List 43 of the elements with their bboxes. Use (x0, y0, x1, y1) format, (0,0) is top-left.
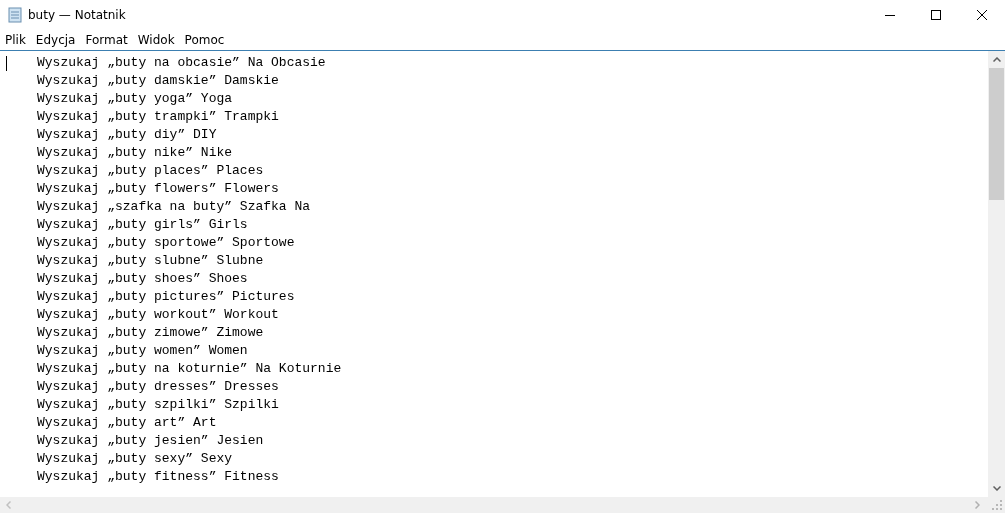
menu-item[interactable]: Format (80, 33, 133, 47)
text-line: Wyszukaj „buty trampki” Trampki (37, 108, 280, 126)
text-line: Wyszukaj „buty na koturnie” Na Koturnie (37, 360, 343, 378)
menu-item[interactable]: Widok (132, 33, 180, 47)
text-line: Wyszukaj „buty women” Women (37, 342, 249, 360)
vertical-scrollbar[interactable] (988, 51, 1005, 497)
text-line: Wyszukaj „buty na obcasie” Na Obcasie (37, 54, 327, 72)
text-line: Wyszukaj „buty damskie” Damskie (37, 72, 280, 90)
text-line: Wyszukaj „buty yoga” Yoga (37, 90, 234, 108)
text-cursor (6, 56, 7, 71)
text-line: Wyszukaj „buty art” Art (37, 414, 218, 432)
text-line: Wyszukaj „buty fitness” Fitness (37, 468, 280, 486)
text-line: Wyszukaj „buty diy” DIY (37, 126, 218, 144)
maximize-icon (931, 10, 941, 20)
resize-grip-icon[interactable] (992, 500, 1002, 510)
text-line: Wyszukaj „buty flowers” Flowers (37, 180, 280, 198)
text-line: Wyszukaj „buty sportowe” Sportowe (37, 234, 296, 252)
text-line: Wyszukaj „buty girls” Girls (37, 216, 249, 234)
scroll-right-icon[interactable] (975, 501, 980, 509)
text-line: Wyszukaj „buty slubne” Slubne (37, 252, 265, 270)
text-line: Wyszukaj „buty sexy” Sexy (37, 450, 234, 468)
text-line: Wyszukaj „buty jesien” Jesien (37, 432, 265, 450)
scroll-down-icon[interactable] (992, 486, 1001, 491)
text-line: Wyszukaj „buty nike” Nike (37, 144, 234, 162)
text-line: Wyszukaj „buty szpilki” Szpilki (37, 396, 280, 414)
text-line: Wyszukaj „szafka na buty” Szafka Na (37, 198, 312, 216)
close-icon (977, 10, 987, 20)
text-line: Wyszukaj „buty shoes” Shoes (37, 270, 249, 288)
scroll-up-icon[interactable] (992, 57, 1001, 62)
minimize-icon (885, 14, 895, 16)
menu-item[interactable]: Plik (0, 33, 31, 47)
text-line: Wyszukaj „buty places” Places (37, 162, 265, 180)
scroll-left-icon[interactable] (6, 501, 11, 509)
scrollbar-thumb[interactable] (989, 68, 1004, 200)
notepad-icon (8, 7, 22, 23)
text-line: Wyszukaj „buty pictures” Pictures (37, 288, 296, 306)
menu-item[interactable]: Pomoc (179, 33, 230, 47)
window-title: buty — Notatnik (28, 8, 126, 22)
menu-item[interactable]: Edycja (30, 33, 81, 47)
text-line: Wyszukaj „buty zimowe” Zimowe (37, 324, 265, 342)
horizontal-scrollbar[interactable] (0, 497, 1005, 513)
text-line: Wyszukaj „buty workout” Workout (37, 306, 280, 324)
text-line: Wyszukaj „buty dresses” Dresses (37, 378, 280, 396)
